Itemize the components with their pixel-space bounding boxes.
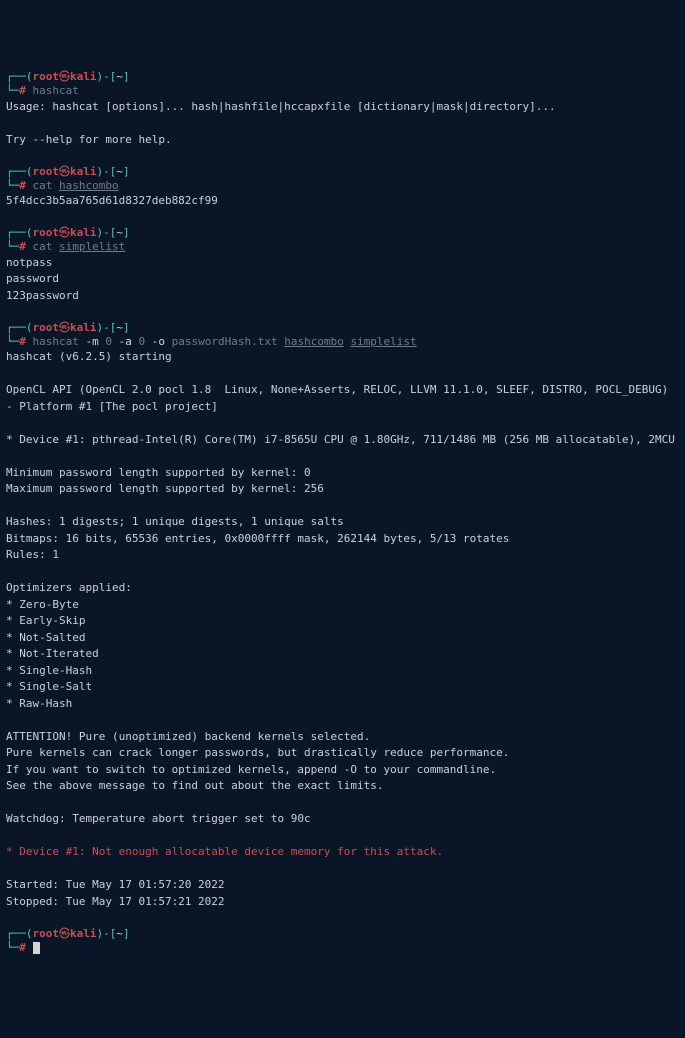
prompt-5: ┌──(root㉿kali)-[~] [6,927,679,941]
output-4-line1: hashcat (v6.2.5) starting [6,349,679,366]
command-3-arg: simplelist [59,240,125,253]
output-4-line5: Maximum password length supported by ker… [6,481,679,498]
cursor-icon [33,942,40,954]
prompt-1-line2: └─# hashcat [6,84,679,98]
output-3-line2: password [6,271,679,288]
output-4-line13: * Not-Iterated [6,646,679,663]
output-4-line9: Optimizers applied: [6,580,679,597]
output-4-line12: * Not-Salted [6,630,679,647]
prompt-3-line2: └─# cat simplelist [6,240,679,254]
output-4-line18: Pure kernels can crack longer passwords,… [6,745,679,762]
output-4-line6: Hashes: 1 digests; 1 unique digests, 1 u… [6,514,679,531]
output-4-line8: Rules: 1 [6,547,679,564]
output-4-line20: See the above message to find out about … [6,778,679,795]
output-4-line17: ATTENTION! Pure (unoptimized) backend ke… [6,729,679,746]
output-4-error: * Device #1: Not enough allocatable devi… [6,844,679,861]
output-3-line3: 123password [6,288,679,305]
output-4-line4: Minimum password length supported by ker… [6,465,679,482]
prompt-4-line2: └─# hashcat -m 0 -a 0 -o passwordHash.tx… [6,335,679,349]
output-4-line19: If you want to switch to optimized kerne… [6,762,679,779]
command-1: hashcat [33,84,79,97]
output-4-line21: Watchdog: Temperature abort trigger set … [6,811,679,828]
prompt-4: ┌──(root㉿kali)-[~] [6,321,679,335]
command-2-text: cat [33,179,60,192]
output-1-line1: Usage: hashcat [options]... hash|hashfil… [6,99,679,116]
output-4-line2: OpenCL API (OpenCL 2.0 pocl 1.8 Linux, N… [6,382,679,415]
output-4-line14: * Single-Hash [6,663,679,680]
output-4-line10: * Zero-Byte [6,597,679,614]
prompt-2-line2: └─# cat hashcombo [6,179,679,193]
prompt-5-line2[interactable]: └─# [6,941,679,955]
output-4-line11: * Early-Skip [6,613,679,630]
prompt-1: ┌──(root㉿kali)-[~] [6,70,679,84]
command-3-text: cat [33,240,60,253]
output-4-line15: * Single-Salt [6,679,679,696]
output-1-line2: Try --help for more help. [6,132,679,149]
output-4-line22: Started: Tue May 17 01:57:20 2022 [6,877,679,894]
output-2-line1: 5f4dcc3b5aa765d61d8327deb882cf99 [6,193,679,210]
output-4-line16: * Raw-Hash [6,696,679,713]
output-4-line23: Stopped: Tue May 17 01:57:21 2022 [6,894,679,911]
command-2-arg: hashcombo [59,179,119,192]
terminal-output[interactable]: ┌──(root㉿kali)-[~]└─# hashcatUsage: hash… [6,70,679,955]
prompt-2: ┌──(root㉿kali)-[~] [6,165,679,179]
output-4-line3: * Device #1: pthread-Intel(R) Core(TM) i… [6,432,679,449]
prompt-3: ┌──(root㉿kali)-[~] [6,226,679,240]
output-3-line1: notpass [6,255,679,272]
output-4-line7: Bitmaps: 16 bits, 65536 entries, 0x0000f… [6,531,679,548]
